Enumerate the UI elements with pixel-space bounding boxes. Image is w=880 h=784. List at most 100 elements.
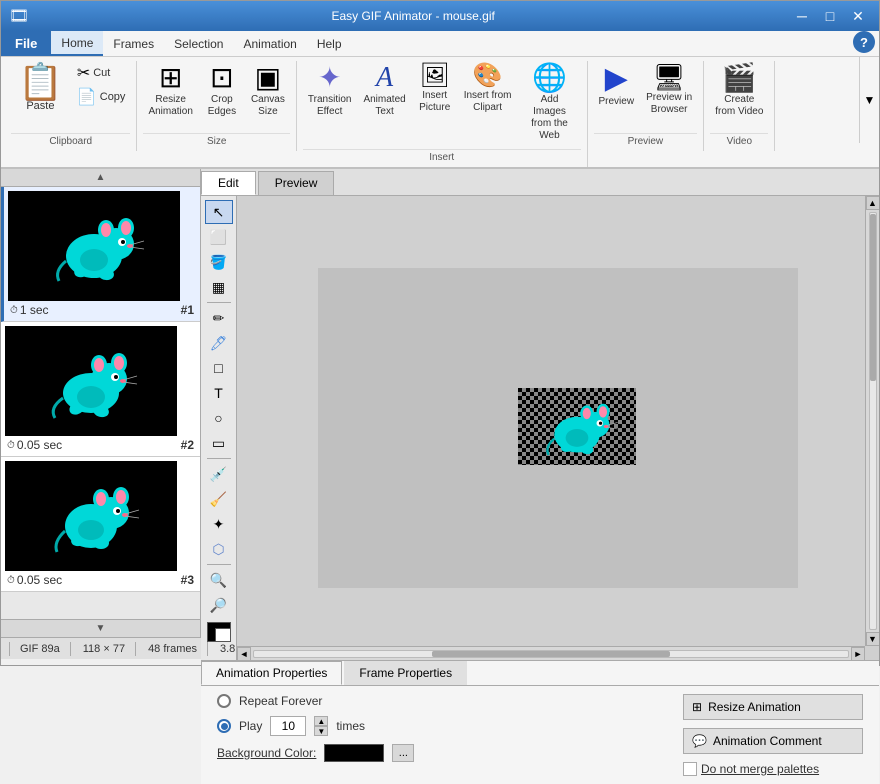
rounded-rect-tool[interactable]: ▭	[205, 431, 233, 455]
scroll-up-button[interactable]: ▲	[866, 196, 880, 210]
ribbon-scroll-button[interactable]: ▼	[859, 57, 879, 143]
frame-canvas-1	[8, 191, 180, 301]
eyedropper-tool[interactable]: 💉	[205, 462, 233, 486]
stamp-tool[interactable]: ▦	[205, 275, 233, 299]
tab-preview[interactable]: Preview	[258, 171, 335, 195]
maximize-button[interactable]: □	[817, 6, 843, 26]
repeat-forever-radio[interactable]	[217, 694, 231, 708]
frame-time-2: ⏱ 0.05 sec	[7, 438, 62, 452]
menu-help[interactable]: Help	[307, 31, 352, 56]
paint-bucket[interactable]: 🪣	[205, 250, 233, 274]
gif-frame	[518, 388, 636, 465]
cut-button[interactable]: ✂ Cut	[72, 61, 131, 85]
minimize-button[interactable]: ─	[789, 6, 815, 26]
spin-down[interactable]: ▼	[314, 726, 328, 736]
resize-animation-button[interactable]: ⊞ ResizeAnimation	[143, 61, 197, 121]
play-radio[interactable]	[217, 719, 231, 733]
animated-text-icon: A	[376, 64, 393, 92]
frames-scroll-down[interactable]: ▼	[1, 619, 200, 637]
menu-home[interactable]: Home	[51, 31, 103, 56]
menu-animation[interactable]: Animation	[233, 31, 306, 56]
frame-item-1[interactable]: ⏱ 1 sec #1	[1, 187, 200, 322]
frame-properties-tab[interactable]: Frame Properties	[344, 661, 467, 685]
app-icons: 🎞	[9, 6, 29, 26]
copy-button[interactable]: 📄 Copy	[72, 85, 131, 109]
scroll-v-thumb[interactable]	[870, 214, 876, 380]
cut-label: Cut	[93, 67, 110, 79]
add-web-images-button[interactable]: 🌐 Add Imagesfrom the Web	[519, 61, 581, 145]
crop-edges-button[interactable]: ⊡ CropEdges	[200, 61, 244, 121]
horizontal-scrollbar[interactable]: ◄ ►	[237, 646, 865, 660]
color-more-button[interactable]: ...	[392, 744, 414, 762]
size-items: ⊞ ResizeAnimation ⊡ CropEdges ▣ CanvasSi…	[143, 61, 289, 131]
zoom-out-tool[interactable]: 🔎	[205, 593, 233, 617]
insert-clipart-button[interactable]: 🎨 Insert fromClipart	[459, 61, 517, 117]
rectangle-tool[interactable]: □	[205, 356, 233, 380]
close-button[interactable]: ✕	[845, 6, 871, 26]
tab-edit[interactable]: Edit	[201, 171, 256, 195]
replace-tool[interactable]: ⬡	[205, 537, 233, 561]
preview-browser-button[interactable]: 🖥 Preview inBrowser	[641, 61, 697, 119]
frame-item-2[interactable]: ⏱ 0.05 sec #2	[1, 322, 200, 457]
canvas-label: CanvasSize	[251, 94, 285, 118]
pencil-tool[interactable]: ✏	[205, 306, 233, 330]
brush-tool[interactable]: 🖊	[205, 331, 233, 355]
frame-item-3[interactable]: ⏱ 0.05 sec #3	[1, 457, 200, 592]
insert-picture-icon: 🖼	[419, 64, 449, 88]
eraser-tool[interactable]: 🧹	[205, 487, 233, 511]
resize-label: ResizeAnimation	[148, 94, 192, 118]
scroll-left-button[interactable]: ◄	[237, 647, 251, 661]
preview-label: Preview	[599, 96, 635, 108]
window-controls[interactable]: ─ □ ✕	[789, 6, 871, 26]
menu-frames[interactable]: Frames	[103, 31, 164, 56]
insert-picture-button[interactable]: 🖼 InsertPicture	[413, 61, 457, 117]
menu-bar: File Home Frames Selection Animation Hel…	[1, 31, 879, 57]
window-title: Easy GIF Animator - mouse.gif	[37, 9, 789, 23]
background-color[interactable]	[215, 628, 231, 642]
transition-icon: ✦	[318, 64, 341, 92]
paste-button[interactable]: 📋 Paste	[11, 61, 70, 115]
clipboard-items: 📋 Paste ✂ Cut 📄 Copy	[11, 61, 130, 131]
canvas-mouse-svg	[532, 394, 622, 459]
spin-up[interactable]: ▲	[314, 716, 328, 726]
scroll-right-button[interactable]: ►	[851, 647, 865, 661]
cut-copy-group: ✂ Cut 📄 Copy	[72, 61, 131, 115]
menu-file[interactable]: File	[1, 31, 51, 56]
vertical-scrollbar[interactable]: ▲ ▼	[865, 196, 879, 646]
wand-tool[interactable]: ✦	[205, 512, 233, 536]
resize-animation-prop-button[interactable]: ⊞ Resize Animation	[683, 694, 863, 720]
create-video-button[interactable]: 🎬 Createfrom Video	[710, 61, 768, 121]
ellipse-tool[interactable]: ○	[205, 406, 233, 430]
merge-palettes-checkbox[interactable]	[683, 762, 697, 776]
canvas-icon: ▣	[255, 64, 281, 92]
canvas-size-button[interactable]: ▣ CanvasSize	[246, 61, 290, 121]
comment-btn-icon: 💬	[692, 734, 707, 748]
background-color-box[interactable]	[324, 744, 384, 762]
preview-button[interactable]: ▶ Preview	[594, 61, 640, 111]
animation-comment-button[interactable]: 💬 Animation Comment	[683, 728, 863, 754]
editor-container: ↖ ⬜ 🪣 ▦ ✏ 🖊 □ T ○ ▭ 💉 🧹 ✦ ⬡ 🔍 🔎	[201, 196, 879, 660]
spin-arrows: ▲ ▼	[314, 716, 328, 736]
ribbon-group-size: ⊞ ResizeAnimation ⊡ CropEdges ▣ CanvasSi…	[137, 61, 296, 151]
canvas-content	[318, 268, 798, 588]
scroll-down-button[interactable]: ▼	[866, 632, 880, 646]
text-tool[interactable]: T	[205, 381, 233, 405]
select-tool[interactable]: ↖	[205, 200, 233, 224]
help-icon[interactable]: ?	[853, 31, 875, 53]
video-items: 🎬 Createfrom Video	[710, 61, 768, 131]
prop-content: Repeat Forever Play ▲ ▼ times	[201, 686, 879, 784]
transition-button[interactable]: ✦ TransitionEffect	[303, 61, 357, 121]
video-label: Createfrom Video	[715, 94, 763, 118]
bg-color-label: Background Color:	[217, 746, 316, 760]
menu-selection[interactable]: Selection	[164, 31, 233, 56]
frames-scroll-up[interactable]: ▲	[1, 169, 200, 187]
marquee-tool[interactable]: ⬜	[205, 225, 233, 249]
repeat-forever-row: Repeat Forever	[217, 694, 414, 708]
title-bar: 🎞 Easy GIF Animator - mouse.gif ─ □ ✕	[1, 1, 879, 31]
resize-btn-label: Resize Animation	[708, 700, 801, 714]
scroll-h-thumb[interactable]	[432, 651, 670, 657]
animated-text-button[interactable]: A AnimatedText	[358, 61, 410, 121]
animation-properties-tab[interactable]: Animation Properties	[201, 661, 342, 685]
zoom-in-tool[interactable]: 🔍	[205, 568, 233, 592]
play-times-input[interactable]	[270, 716, 306, 736]
